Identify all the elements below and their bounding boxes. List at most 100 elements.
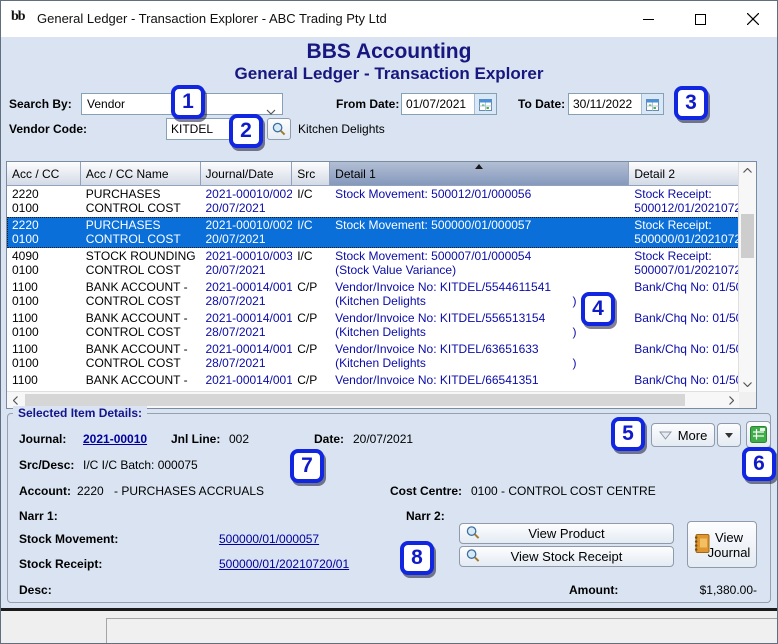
amount-value: $1,380.00-	[699, 583, 757, 597]
vendor-code-label: Vendor Code:	[9, 122, 88, 136]
annotation-badge-1: 1	[171, 85, 205, 119]
cell-text: C/P	[297, 373, 318, 387]
more-button-label: More	[677, 427, 708, 443]
journal-link[interactable]: 2021-00010	[83, 432, 147, 446]
cost-centre-label: Cost Centre:	[390, 484, 463, 498]
from-date-value: 01/07/2021	[406, 97, 467, 111]
cell-text: Stock Receipt:	[634, 249, 712, 263]
cell-text: 2021-00014/001	[205, 342, 293, 356]
cell-text: 2021-00014/001	[205, 280, 293, 294]
table-row[interactable]: 2220 0100 PURCHASES CONTROL COST 2021-00010/…	[7, 186, 739, 217]
table-cell: Stock Movement: 500000/01/000057	[330, 217, 629, 248]
cell-text: I/C	[297, 249, 313, 263]
stock-receipt-link[interactable]: 500000/01/20210720/01	[219, 557, 349, 571]
desc-label: Desc:	[19, 583, 52, 597]
more-dropdown-button[interactable]	[717, 423, 741, 447]
cell-text: 20/07/2021	[205, 263, 266, 277]
cell-text: I/C	[297, 187, 313, 201]
grid-header: Acc / CC Acc / CC Name Journal/Date Src …	[7, 162, 756, 186]
to-date-field[interactable]: 30/11/2022	[568, 93, 664, 115]
table-cell: 1100 0100	[7, 341, 81, 372]
chevron-down-icon	[743, 381, 752, 387]
cell-text: CONTROL COST	[85, 356, 181, 370]
search-icon	[272, 122, 286, 136]
calendar-icon	[646, 98, 659, 111]
to-date-label: To Date:	[518, 97, 566, 111]
table-rows: 2220 0100 PURCHASES CONTROL COST 2021-00010/…	[7, 186, 739, 392]
cell-text: 0100	[12, 356, 39, 370]
cell-text: Stock Receipt:	[634, 218, 712, 232]
more-button[interactable]: More	[651, 423, 715, 447]
column-header-detail1[interactable]: Detail 1	[330, 162, 630, 186]
cell-text: BANK ACCOUNT -	[85, 311, 188, 325]
view-stock-receipt-button[interactable]: View Stock Receipt	[459, 546, 674, 567]
table-cell: 2220 0100	[7, 186, 81, 217]
table-cell: Stock Movement: 500012/01/000056	[330, 186, 629, 217]
cell-text: 28/07/2021	[205, 356, 266, 370]
cell-text: C/P	[297, 311, 318, 325]
table-row[interactable]: 1100 0100 BANK ACCOUNT - CONTROL COST 2021-0…	[7, 341, 739, 372]
view-journal-label: View Journal	[707, 529, 751, 560]
column-header-src[interactable]: Src	[292, 162, 331, 186]
stock-movement-link[interactable]: 500000/01/000057	[219, 532, 319, 546]
search-by-value: Vendor	[87, 97, 126, 111]
view-product-button[interactable]: View Product	[459, 523, 674, 544]
account-value: 2220	[77, 484, 104, 498]
column-header-acc-cc-name[interactable]: Acc / CC Name	[80, 162, 201, 186]
table-cell: BANK ACCOUNT - CONTROL COST	[81, 279, 201, 310]
cell-text: PURCHASES	[85, 218, 161, 232]
cell-text: 28/07/2021	[205, 325, 266, 339]
column-header-journal-date[interactable]: Journal/Date	[200, 162, 293, 186]
cell-text: Stock Movement: 500000/01/000057	[335, 218, 532, 232]
cell-text: 28/07/2021	[205, 294, 266, 308]
app-logo-icon: bb	[11, 9, 26, 24]
table-row[interactable]: 1100 0100 BANK ACCOUNT - CONTROL COST 2021-0…	[7, 279, 739, 310]
scroll-right-button[interactable]	[723, 392, 739, 408]
maximize-button[interactable]	[675, 1, 725, 37]
horizontal-scroll-thumb[interactable]	[25, 394, 685, 406]
scroll-up-button[interactable]	[739, 162, 756, 178]
table-row[interactable]: 2220 0100 PURCHASES CONTROL COST 2021-00010/…	[7, 217, 739, 248]
annotation-badge-6: 6	[742, 447, 776, 481]
chevron-left-icon	[12, 395, 18, 405]
minimize-icon	[642, 18, 654, 20]
vertical-scrollbar[interactable]	[738, 162, 756, 392]
src-desc-value: I/C I/C Batch: 000075	[83, 458, 198, 472]
column-header-detail2[interactable]: Detail 2	[629, 162, 756, 186]
scroll-down-button[interactable]	[739, 376, 756, 392]
cell-text	[634, 294, 739, 308]
table-row[interactable]: 4090 0100 STOCK ROUNDING CONTROL COST 2021-0…	[7, 248, 739, 279]
journal-book-icon	[694, 533, 710, 556]
table-cell: Bank/Chq No: 01/5003	[629, 279, 739, 310]
export-excel-button[interactable]	[746, 421, 771, 448]
to-date-calendar-button[interactable]	[641, 94, 663, 114]
table-row[interactable]: 1100 0100 BANK ACCOUNT - CONTROL COST 2021-0…	[7, 310, 739, 341]
cell-text: 20/07/2021	[205, 201, 266, 215]
cell-text: 500012/01/20210720/0	[634, 201, 739, 215]
minimize-button[interactable]	[623, 1, 673, 37]
from-date-label: From Date:	[336, 97, 400, 111]
annotation-badge-8: 8	[400, 541, 434, 575]
annotation-badge-4: 4	[581, 292, 615, 326]
table-cell: Stock Movement: 500007/01/000054 (Stock V…	[330, 248, 629, 279]
cell-text: 2021-00010/003	[205, 249, 293, 263]
stock-receipt-label: Stock Receipt:	[19, 557, 103, 571]
table-cell: 1100 0100	[7, 279, 81, 310]
view-journal-button[interactable]: View Journal	[687, 521, 757, 568]
vendor-search-button[interactable]	[267, 118, 291, 140]
table-cell: 4090 0100	[7, 248, 81, 279]
table-cell: BANK ACCOUNT - CONTROL COST	[81, 310, 201, 341]
table-cell: 2021-00014/001 28/07/2021	[200, 310, 292, 341]
from-date-field[interactable]: 01/07/2021	[401, 93, 497, 115]
close-button[interactable]	[727, 1, 777, 37]
cell-text: 2220	[12, 187, 39, 201]
column-header-acc-cc[interactable]: Acc / CC	[7, 162, 81, 186]
cell-text: (Kitchen Delights )	[335, 356, 577, 370]
from-date-calendar-button[interactable]	[474, 94, 496, 114]
cell-text: 4090	[12, 249, 39, 263]
status-bar-panel	[106, 618, 777, 643]
table-row[interactable]: 1100 BANK ACCOUNT - 2021-00014/001 C/P Ve…	[7, 372, 739, 392]
search-icon	[466, 548, 480, 565]
cell-text: Bank/Chq No: 01/5003	[634, 342, 739, 356]
vertical-scroll-thumb[interactable]	[741, 214, 754, 258]
